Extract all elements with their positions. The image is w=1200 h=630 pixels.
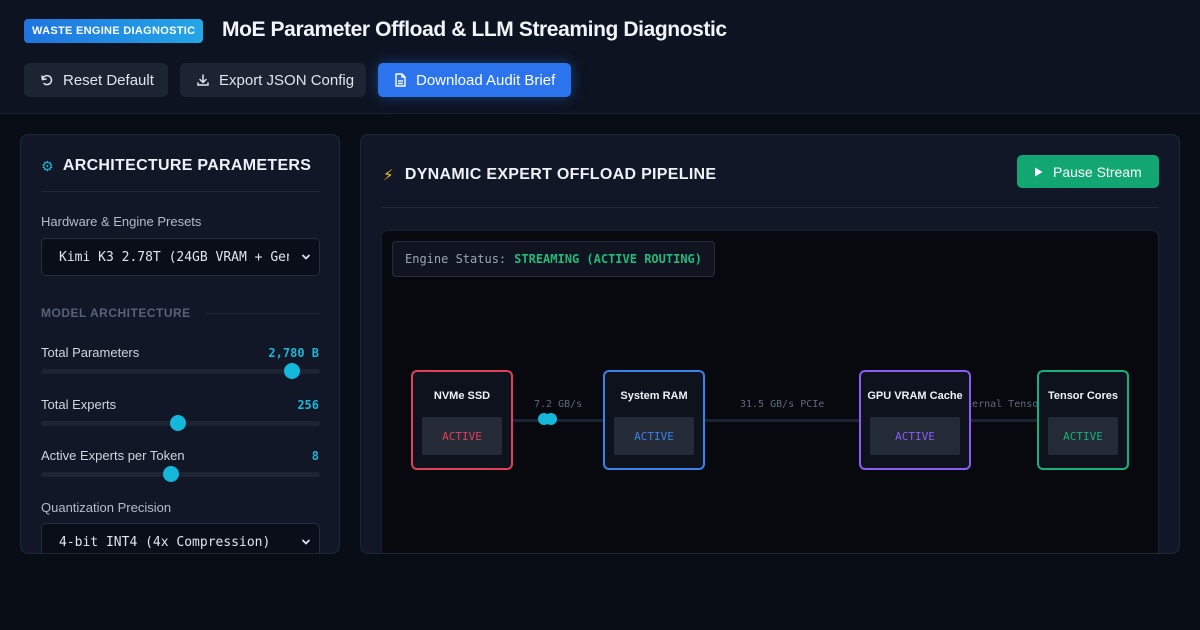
slider-thumb[interactable]	[162, 466, 179, 482]
offload-pipeline-panel: ⚡ DYNAMIC EXPERT OFFLOAD PIPELINE Pause …	[360, 134, 1180, 554]
pipeline-title-text: DYNAMIC EXPERT OFFLOAD PIPELINE	[404, 166, 717, 183]
panel-title-text: ARCHITECTURE PARAMETERS	[62, 157, 312, 174]
active-experts-value: 8	[311, 449, 319, 463]
link-label-vram-cores: Internal Tensor	[970, 399, 1038, 410]
total-experts-label: Total Experts	[41, 397, 117, 412]
pause-stream-button[interactable]: Pause Stream	[1017, 155, 1159, 188]
pipeline-title: ⚡ DYNAMIC EXPERT OFFLOAD PIPELINE	[383, 166, 716, 184]
total-parameters-value: 2,780 B	[268, 346, 319, 360]
panel-title: ⚙ ARCHITECTURE PARAMETERS	[41, 157, 311, 175]
node-tensor-cores: Tensor Cores ACTIVE	[1037, 370, 1129, 470]
quantization-label: Quantization Precision	[41, 500, 172, 515]
node-state: ACTIVE	[614, 417, 694, 455]
active-experts-label: Active Experts per Token	[41, 448, 185, 463]
pipeline-canvas: Engine Status: STREAMING (ACTIVE ROUTING…	[381, 230, 1159, 553]
hardware-preset-value: Kimi K3 2.78T (24GB VRAM + Gen	[59, 249, 289, 265]
download-audit-brief-button[interactable]: Download Audit Brief	[378, 63, 571, 97]
active-experts-slider[interactable]	[41, 466, 320, 482]
export-json-label: Export JSON Config	[219, 71, 355, 89]
download-audit-brief-label: Download Audit Brief	[416, 71, 556, 89]
total-parameters-slider[interactable]	[41, 363, 320, 379]
app-header: WASTE ENGINE DIAGNOSTIC MoE Parameter Of…	[0, 0, 1200, 114]
link-label-text: Internal Tensor	[970, 399, 1038, 410]
node-name: NVMe SSD	[433, 390, 491, 402]
node-state: ACTIVE	[870, 417, 960, 455]
data-packet	[545, 413, 557, 425]
reset-icon	[41, 74, 53, 86]
gear-icon: ⚙	[41, 157, 54, 174]
quantization-select[interactable]: 4-bit INT4 (4x Compression)	[41, 523, 320, 553]
hardware-preset-select[interactable]: Kimi K3 2.78T (24GB VRAM + Gen	[41, 238, 320, 276]
section-divider	[205, 313, 320, 314]
node-nvme-ssd: NVMe SSD ACTIVE	[411, 370, 513, 470]
diagnostic-badge: WASTE ENGINE DIAGNOSTIC	[24, 19, 204, 43]
lightning-icon: ⚡	[383, 167, 394, 184]
divider	[41, 191, 320, 192]
engine-status-value: STREAMING (ACTIVE ROUTING)	[514, 252, 702, 266]
chevron-down-icon	[302, 254, 310, 260]
node-state: ACTIVE	[1048, 417, 1118, 455]
node-gpu-vram-cache: GPU VRAM Cache ACTIVE	[859, 370, 971, 470]
presets-label: Hardware & Engine Presets	[41, 214, 202, 229]
link-label-ram-vram: 31.5 GB/s PCIe	[740, 399, 825, 410]
export-json-button[interactable]: Export JSON Config	[180, 63, 366, 97]
node-name: System RAM	[620, 390, 688, 402]
node-state: ACTIVE	[422, 417, 502, 455]
node-name: GPU VRAM Cache	[867, 390, 963, 402]
engine-status: Engine Status: STREAMING (ACTIVE ROUTING…	[392, 241, 715, 277]
reset-default-label: Reset Default	[63, 71, 154, 89]
pipe-ram-vram	[704, 419, 860, 422]
divider	[381, 207, 1159, 208]
quantization-value: 4-bit INT4 (4x Compression)	[59, 534, 271, 550]
node-name: Tensor Cores	[1047, 390, 1119, 402]
page-title: MoE Parameter Offload & LLM Streaming Di…	[222, 18, 727, 41]
total-experts-slider[interactable]	[41, 415, 320, 431]
slider-thumb[interactable]	[284, 363, 301, 379]
total-experts-value: 256	[297, 398, 319, 412]
pause-stream-label: Pause Stream	[1053, 163, 1142, 180]
engine-status-label: Engine Status:	[405, 252, 507, 266]
play-icon	[1035, 167, 1043, 176]
total-parameters-label: Total Parameters	[41, 345, 140, 360]
pipe-ssd-ram	[512, 419, 604, 422]
link-label-ssd-ram: 7.2 GB/s	[534, 399, 583, 410]
download-icon	[197, 74, 209, 86]
architecture-parameters-panel: ⚙ ARCHITECTURE PARAMETERS Hardware & Eng…	[20, 134, 340, 554]
model-architecture-heading: MODEL ARCHITECTURE	[41, 306, 191, 320]
slider-thumb[interactable]	[169, 415, 186, 431]
document-icon	[395, 73, 406, 87]
pipe-vram-cores	[970, 419, 1038, 422]
reset-default-button[interactable]: Reset Default	[24, 63, 168, 97]
node-system-ram: System RAM ACTIVE	[603, 370, 705, 470]
chevron-down-icon	[302, 539, 310, 545]
